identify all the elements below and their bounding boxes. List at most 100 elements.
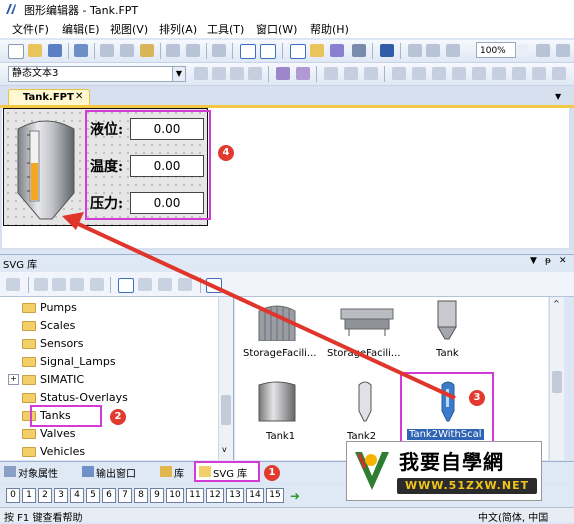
tree-item-pumps[interactable]: Pumps — [22, 301, 77, 317]
layer-11[interactable]: 11 — [186, 488, 204, 503]
cut-icon[interactable] — [100, 44, 114, 57]
layer-6[interactable]: 6 — [102, 488, 116, 503]
folder-view-icon[interactable] — [310, 44, 324, 57]
arrow-right-icon[interactable]: ➜ — [290, 489, 300, 503]
menu-view[interactable]: 视图(V) — [110, 21, 148, 37]
small-icons-view-icon[interactable] — [138, 278, 152, 291]
tree-item-scales[interactable]: Scales — [22, 319, 75, 335]
order2-icon[interactable] — [412, 67, 426, 80]
lib-cut-icon[interactable] — [34, 278, 48, 291]
run-icon[interactable] — [74, 44, 88, 57]
paste-icon[interactable] — [140, 44, 154, 57]
close-icon[interactable]: ✕ — [75, 91, 83, 102]
distribute-icon[interactable] — [324, 67, 338, 80]
order9-icon[interactable] — [552, 67, 566, 80]
details-view-icon[interactable] — [178, 278, 192, 291]
layer-10[interactable]: 10 — [166, 488, 184, 503]
lib-delete-icon[interactable] — [90, 278, 104, 291]
new-icon[interactable] — [8, 44, 24, 59]
whats-this-icon[interactable] — [380, 44, 394, 57]
tab-list-icon[interactable]: ▼ — [555, 92, 561, 101]
scroll-up-icon[interactable]: ^ — [553, 299, 560, 308]
lib-copy-icon[interactable] — [52, 278, 66, 291]
close-panel-icon[interactable]: ✕ — [559, 256, 567, 266]
order4-icon[interactable] — [452, 67, 466, 80]
tab-library[interactable]: 库 — [174, 465, 184, 480]
redo-icon[interactable] — [186, 44, 200, 57]
save-icon[interactable] — [48, 44, 62, 57]
order-icon[interactable] — [392, 67, 406, 80]
align4-icon[interactable] — [248, 67, 262, 80]
layer-12[interactable]: 12 — [206, 488, 224, 503]
toolbar-extra-icon[interactable] — [536, 44, 550, 57]
layer-15[interactable]: 15 — [266, 488, 284, 503]
tree-item-simatic[interactable]: + SIMATIC — [8, 373, 84, 389]
zoom-out-icon[interactable] — [426, 44, 440, 57]
preview-icon[interactable] — [206, 278, 222, 293]
lib-paste-icon[interactable] — [70, 278, 84, 291]
copy-icon[interactable] — [120, 44, 134, 57]
layer-5[interactable]: 5 — [86, 488, 100, 503]
pen2-icon[interactable] — [296, 67, 310, 80]
layer-0[interactable]: 0 — [6, 488, 20, 503]
align2-icon[interactable] — [212, 67, 226, 80]
list-view-icon[interactable] — [158, 278, 172, 291]
order7-icon[interactable] — [512, 67, 526, 80]
tab-object-properties[interactable]: 对象属性 — [18, 465, 58, 480]
expand-icon[interactable]: + — [8, 374, 19, 385]
panel-menu-icon[interactable]: ▼ — [530, 256, 537, 266]
layer-4[interactable]: 4 — [70, 488, 84, 503]
zoom-select[interactable]: 100% — [476, 42, 516, 58]
gallery-scroll-thumb[interactable] — [552, 371, 562, 393]
gallery-icon[interactable] — [330, 44, 344, 57]
order8-icon[interactable] — [532, 67, 546, 80]
tab-output-window[interactable]: 输出窗口 — [96, 465, 136, 480]
layout-icon[interactable] — [290, 44, 306, 59]
layer-2[interactable]: 2 — [38, 488, 52, 503]
grid-icon[interactable] — [240, 44, 256, 59]
menu-help[interactable]: 帮助(H) — [310, 21, 349, 37]
distribute2-icon[interactable] — [344, 67, 358, 80]
menu-arrange[interactable]: 排列(A) — [159, 21, 197, 37]
undo-icon[interactable] — [166, 44, 180, 57]
pen-icon[interactable] — [276, 67, 290, 80]
tree-item-vehicles[interactable]: Vehicles — [22, 445, 85, 460]
text-style-select[interactable]: 静态文本3 ▼ — [8, 66, 186, 82]
layer-13[interactable]: 13 — [226, 488, 244, 503]
menu-edit[interactable]: 编辑(E) — [62, 21, 100, 37]
order6-icon[interactable] — [492, 67, 506, 80]
layer-9[interactable]: 9 — [150, 488, 164, 503]
tree-scrollbar[interactable]: v — [218, 297, 233, 460]
tree-item-valves[interactable]: Valves — [22, 427, 75, 443]
distribute3-icon[interactable] — [364, 67, 378, 80]
tree-scroll-thumb[interactable] — [221, 395, 231, 425]
menu-tools[interactable]: 工具(T) — [207, 21, 244, 37]
align3-icon[interactable] — [230, 67, 244, 80]
pin-icon[interactable]: ᵽ — [545, 256, 551, 266]
large-icons-view-icon[interactable] — [118, 278, 134, 293]
layer-8[interactable]: 8 — [134, 488, 148, 503]
object-icon[interactable] — [352, 44, 366, 57]
layer-14[interactable]: 14 — [246, 488, 264, 503]
menu-file[interactable]: 文件(F) — [12, 21, 49, 37]
open-icon[interactable] — [28, 44, 42, 57]
zoom-in-icon[interactable] — [408, 44, 422, 57]
toolbar-extra2-icon[interactable] — [556, 44, 570, 57]
gallery-scrollbar-track[interactable]: ^ — [549, 297, 564, 460]
tree-item-signal-lamps[interactable]: Signal_Lamps — [22, 355, 116, 371]
snap-icon[interactable] — [260, 44, 276, 59]
layer-7[interactable]: 7 — [118, 488, 132, 503]
zoom-dropdown-icon[interactable] — [518, 44, 528, 57]
layer-3[interactable]: 3 — [54, 488, 68, 503]
zoom-fit-icon[interactable] — [446, 44, 460, 57]
order5-icon[interactable] — [472, 67, 486, 80]
layer-1[interactable]: 1 — [22, 488, 36, 503]
tree-item-sensors[interactable]: Sensors — [22, 337, 83, 353]
delete-icon[interactable] — [212, 44, 226, 57]
tab-tank-fpt[interactable]: Tank.FPT ✕ — [8, 89, 90, 106]
order3-icon[interactable] — [432, 67, 446, 80]
new-folder-icon[interactable] — [6, 278, 20, 291]
align-icon[interactable] — [194, 67, 208, 80]
menu-window[interactable]: 窗口(W) — [256, 21, 297, 37]
scroll-down-icon[interactable]: v — [222, 445, 227, 454]
